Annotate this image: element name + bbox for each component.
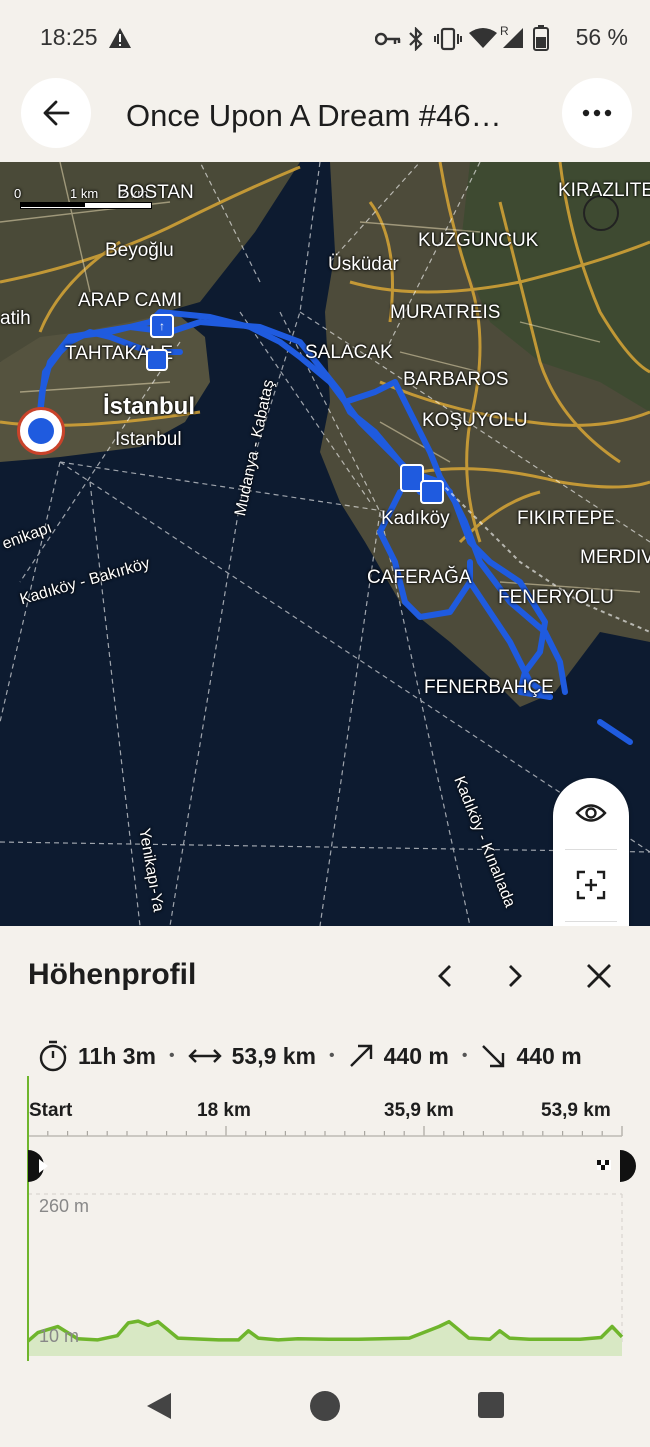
- tour-stats: 11h 3m • 53,9 km • 440 m • 440 m: [38, 1038, 650, 1074]
- close-button[interactable]: [579, 958, 619, 994]
- map-label-caferaga: CAFERAĞA: [367, 567, 472, 588]
- status-bar: 18:25 R 56 %: [0, 0, 650, 78]
- recenter-icon: [576, 870, 606, 900]
- map-label-fikirtepe: FIKIRTEPE: [517, 508, 615, 529]
- map-label-salacak: SALACAK: [305, 342, 393, 363]
- map-view[interactable]: 0 1 km 2 km BOSTAN KIRAZLITE Beyoğlu KUZ…: [0, 162, 650, 926]
- map-label-merdiven: MERDIV: [580, 547, 650, 568]
- map-label-arap-cami: ARAP CAMI: [78, 290, 183, 311]
- system-nav-bar: [0, 1361, 650, 1447]
- chevron-right-icon: [509, 965, 522, 987]
- map-label-feneryolu: FENERYOLU: [498, 587, 614, 608]
- stat-distance: 53,9 km: [187, 1042, 317, 1070]
- previous-button[interactable]: [425, 958, 465, 994]
- more-dots-icon: [582, 109, 612, 117]
- elevation-panel: Höhenprofil 11h 3m • 53,9 km • 440 m • 4…: [0, 926, 650, 1361]
- scale-bar-dark: [20, 202, 85, 207]
- stat-ascent: 440 m: [348, 1043, 449, 1070]
- wifi-icon: [469, 28, 497, 48]
- map-label-barbaros: BARBAROS: [403, 369, 509, 390]
- descent-value: 440 m: [516, 1042, 582, 1069]
- bluetooth-icon: [409, 27, 423, 51]
- map-label-bostan: BOSTAN: [117, 182, 194, 203]
- stat-descent: 440 m: [480, 1042, 582, 1070]
- signal-icon: [503, 28, 523, 48]
- more-options-button[interactable]: [562, 78, 632, 148]
- map-label-kirazlitepe: KIRAZLITE: [558, 180, 650, 201]
- back-button[interactable]: [21, 78, 91, 148]
- ascent-value: 440 m: [383, 1042, 449, 1069]
- app-header: Once Upon A Dream #46…: [0, 78, 650, 162]
- distance-arrows-icon: [187, 1049, 222, 1063]
- duration-value: 11h 3m: [78, 1042, 156, 1069]
- elevation-chart[interactable]: [0, 1076, 650, 1361]
- eye-icon: [575, 804, 607, 822]
- recenter-button[interactable]: [553, 850, 629, 920]
- back-arrow-icon: [43, 100, 70, 126]
- distance-value: 53,9 km: [231, 1042, 317, 1069]
- descent-arrow-icon: [482, 1045, 505, 1068]
- nav-recents-icon[interactable]: [478, 1392, 504, 1418]
- next-button[interactable]: [495, 958, 535, 994]
- chevron-left-icon: [438, 965, 451, 987]
- nav-home-icon[interactable]: [310, 1391, 340, 1421]
- panel-title: Höhenprofil: [28, 958, 197, 991]
- elevation-min-label: 10 m: [39, 1326, 80, 1346]
- map-label-muratreis: MURATREIS: [390, 302, 501, 323]
- map-label-fatih: atih: [0, 308, 31, 329]
- map-label-istanbul: Istanbul: [115, 429, 182, 450]
- vpn-key-icon: [375, 32, 401, 46]
- map-label-kuzguncuk: KUZGUNCUK: [418, 230, 539, 251]
- stat-duration: 11h 3m: [38, 1040, 156, 1072]
- elevation-max-label: 260 m: [39, 1196, 90, 1216]
- battery-percent: 56 %: [575, 24, 628, 50]
- nav-back-icon[interactable]: [145, 1391, 173, 1421]
- stopwatch-icon: [39, 1040, 67, 1072]
- map-label-fenerbahce: FENERBAHÇE: [424, 677, 554, 698]
- map-label-beyoglu: Beyoğlu: [105, 240, 174, 261]
- map-label-kosuyolu: KOŞUYOLU: [422, 410, 528, 431]
- close-icon: [587, 964, 611, 988]
- map-label-istanbul-bold: İstanbul: [103, 393, 196, 420]
- map-controls: [553, 778, 629, 926]
- map-label-kadikoy: Kadıköy: [381, 508, 450, 529]
- start-flag-icon: [28, 1150, 48, 1188]
- map-label-uskudar: Üsküdar: [328, 254, 399, 275]
- finish-flag-icon: [597, 1150, 636, 1188]
- ascent-arrow-icon: [349, 1044, 372, 1067]
- start-location-marker[interactable]: [17, 407, 65, 455]
- vibrate-icon: [434, 27, 462, 51]
- route-direction-marker: [146, 349, 168, 371]
- visibility-button[interactable]: [553, 778, 629, 848]
- route-direction-marker: ↑: [150, 314, 174, 338]
- route-direction-marker: [420, 480, 444, 504]
- status-time: 18:25: [40, 24, 98, 50]
- scale-zero: 0: [14, 186, 22, 201]
- battery-icon: [533, 25, 549, 51]
- page-title: Once Upon A Dream #46…: [126, 98, 502, 133]
- warning-icon: [109, 28, 131, 48]
- scale-mid: 1 km: [70, 186, 99, 201]
